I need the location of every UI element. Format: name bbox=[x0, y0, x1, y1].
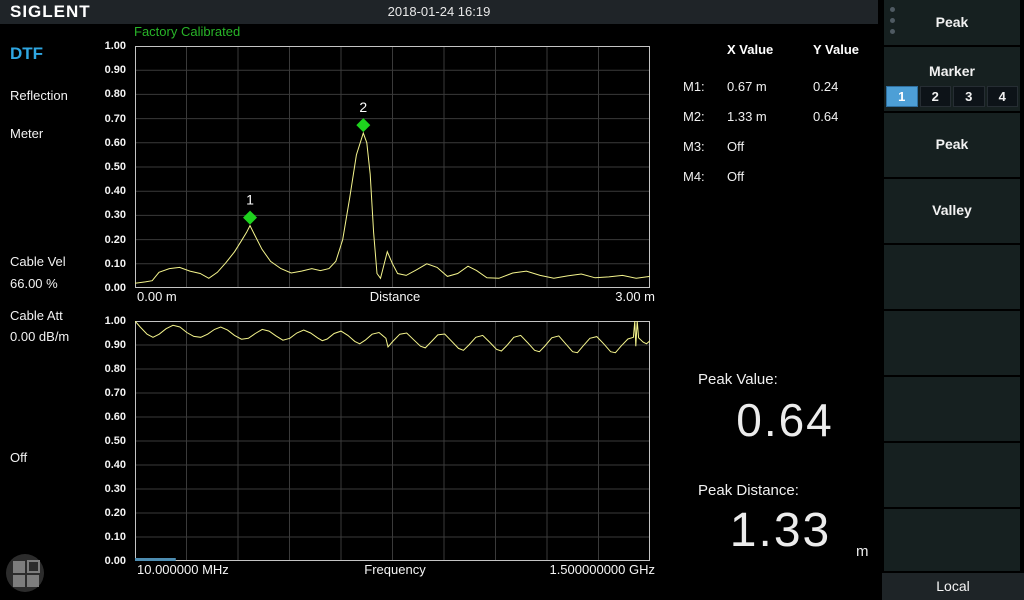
window-off-label: Off bbox=[10, 450, 27, 465]
softkey-blank-button[interactable] bbox=[884, 377, 1020, 441]
dtf-chart-plot[interactable]: 12 bbox=[135, 46, 650, 288]
marker-number-label: 1 bbox=[246, 192, 254, 208]
y-tick-label: 0.30 bbox=[105, 483, 126, 495]
softkey-valley-button[interactable]: Valley bbox=[884, 179, 1020, 243]
x-axis-title: Distance bbox=[135, 289, 655, 304]
peak-distance-unit: m bbox=[856, 543, 869, 560]
cable-att-label: Cable Att bbox=[10, 308, 63, 323]
marker-4-segment[interactable]: 4 bbox=[987, 86, 1019, 107]
y-tick-label: 0.80 bbox=[105, 363, 126, 375]
local-button[interactable]: Local bbox=[882, 573, 1024, 600]
y-tick-label: 1.00 bbox=[105, 315, 126, 327]
cable-vel-value: 66.00 % bbox=[10, 276, 58, 291]
softkey-peak-button[interactable]: Peak bbox=[884, 113, 1020, 177]
softkey-blank-button[interactable] bbox=[884, 509, 1020, 571]
y-tick-label: 0.00 bbox=[105, 282, 126, 294]
softkey-blank-button[interactable] bbox=[884, 311, 1020, 375]
marker-table-x-header: X Value bbox=[727, 42, 773, 57]
y-tick-label: 0.20 bbox=[105, 507, 126, 519]
softkey-blank-button[interactable] bbox=[884, 443, 1020, 507]
y-tick-label: 0.90 bbox=[105, 339, 126, 351]
peak-distance-readout: 1.33 bbox=[693, 503, 868, 558]
softkey-peak-top-button[interactable]: Peak bbox=[884, 0, 1020, 45]
header-datetime: 2018-01-24 16:19 bbox=[0, 4, 878, 19]
cable-att-value: 0.00 dB/m bbox=[10, 329, 69, 344]
y-tick-label: 0.10 bbox=[105, 531, 126, 543]
marker-3-segment[interactable]: 3 bbox=[953, 86, 985, 107]
cable-vel-label: Cable Vel bbox=[10, 254, 66, 269]
marker-diamond-icon[interactable] bbox=[243, 211, 257, 225]
x-end-label: 1.500000000 GHz bbox=[549, 562, 655, 577]
freq-chart-plot[interactable] bbox=[135, 321, 650, 561]
measure-type-label: Reflection bbox=[10, 88, 68, 103]
marker-2-segment[interactable]: 2 bbox=[920, 86, 952, 107]
peak-value-readout: 0.64 bbox=[700, 393, 870, 447]
x-end-label: 3.00 m bbox=[615, 289, 655, 304]
marker-table-y-header: Y Value bbox=[813, 42, 859, 57]
y-tick-label: 0.60 bbox=[105, 411, 126, 423]
y-tick-label: 0.50 bbox=[105, 161, 126, 173]
y-tick-label: 0.90 bbox=[105, 64, 126, 76]
peak-distance-label: Peak Distance: bbox=[698, 482, 799, 499]
y-tick-label: 0.10 bbox=[105, 258, 126, 270]
softkey-sidebar: Peak Marker 1 2 3 4 Peak Valley Local bbox=[882, 0, 1024, 600]
unit-label: Meter bbox=[10, 126, 43, 141]
y-tick-label: 0.80 bbox=[105, 88, 126, 100]
y-tick-label: 1.00 bbox=[105, 40, 126, 52]
y-tick-label: 0.40 bbox=[105, 459, 126, 471]
y-tick-label: 0.70 bbox=[105, 387, 126, 399]
dtf-distance-trace: 12 bbox=[135, 46, 650, 288]
instrument-screen: SIGLENT 2018-01-24 16:19 Factory Calibra… bbox=[0, 0, 1024, 600]
y-tick-label: 0.60 bbox=[105, 137, 126, 149]
mode-label: DTF bbox=[10, 44, 43, 64]
y-tick-label: 0.20 bbox=[105, 234, 126, 246]
frequency-return-loss-trace bbox=[135, 321, 650, 561]
peak-value-label: Peak Value: bbox=[698, 371, 778, 388]
dtf-chart-x-axis: 0.00 m Distance 3.00 m bbox=[135, 289, 655, 305]
softkey-blank-button[interactable] bbox=[884, 245, 1020, 309]
softkey-marker-button[interactable]: Marker 1 2 3 4 bbox=[884, 47, 1020, 111]
marker-diamond-icon[interactable] bbox=[356, 118, 370, 132]
calibration-status: Factory Calibrated bbox=[134, 24, 240, 39]
dtf-chart-y-axis: 1.000.900.800.700.600.500.400.300.200.10… bbox=[86, 46, 130, 288]
marker-select-group: 1 2 3 4 bbox=[886, 86, 1018, 107]
y-tick-label: 0.00 bbox=[105, 555, 126, 567]
marker-number-label: 2 bbox=[359, 99, 367, 115]
y-tick-label: 0.70 bbox=[105, 113, 126, 125]
apps-grid-icon[interactable] bbox=[6, 554, 44, 592]
y-tick-label: 0.50 bbox=[105, 435, 126, 447]
freq-chart-y-axis: 1.000.900.800.700.600.500.400.300.200.10… bbox=[86, 321, 130, 561]
header-bar: SIGLENT 2018-01-24 16:19 bbox=[0, 0, 878, 24]
y-tick-label: 0.30 bbox=[105, 209, 126, 221]
freq-chart-x-axis: 10.000000 MHz Frequency 1.500000000 GHz bbox=[135, 562, 655, 578]
y-tick-label: 0.40 bbox=[105, 185, 126, 197]
marker-1-segment[interactable]: 1 bbox=[886, 86, 918, 107]
